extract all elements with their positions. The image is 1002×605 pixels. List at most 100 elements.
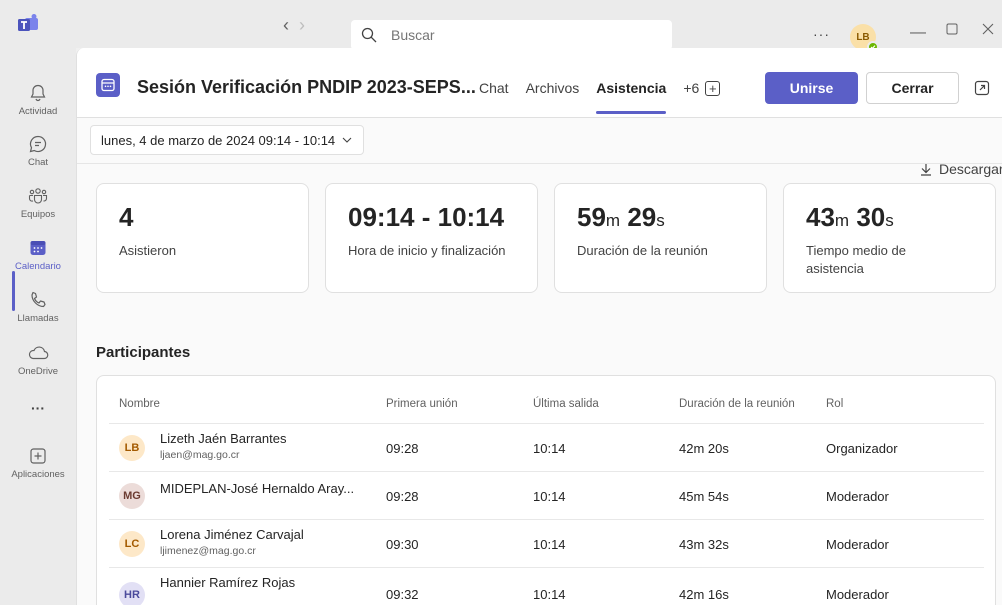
first-join: 09:30: [386, 537, 419, 552]
teams-icon: [28, 188, 48, 204]
rail-item-aplicaciones[interactable]: Aplicaciones: [0, 446, 76, 480]
stat-card-start-end: 09:14 - 10:14 Hora de inicio y finalizac…: [325, 183, 538, 293]
participants-table: Nombre Primera unión Última salida Durac…: [96, 375, 996, 605]
rail-item-onedrive[interactable]: OneDrive: [0, 343, 76, 377]
search-input[interactable]: [391, 27, 641, 43]
maximize-icon[interactable]: [946, 22, 958, 40]
stat-label: Tiempo medio de asistencia: [806, 243, 906, 276]
stat-unit: m: [834, 211, 850, 230]
app-rail: Actividad Chat Equipos Calendario Llamad…: [0, 48, 76, 605]
rail-item-calendario[interactable]: Calendario: [0, 238, 76, 272]
meeting-panel: Sesión Verificación PNDIP 2023-SEPS... C…: [76, 48, 1002, 605]
tab-asistencia[interactable]: Asistencia: [596, 80, 667, 114]
rail-label: Equipos: [20, 209, 56, 220]
stat-label: Hora de inicio y finalización: [348, 243, 506, 258]
rail-item-actividad[interactable]: Actividad: [0, 83, 76, 117]
phone-icon: [31, 291, 46, 308]
rail-label: Actividad: [18, 106, 58, 117]
table-row[interactable]: LB Lizeth Jaén Barrantes ljaen@mag.go.cr…: [109, 423, 984, 471]
participant-name: Lorena Jiménez Carvajal: [160, 527, 304, 542]
tab-archivos[interactable]: Archivos: [526, 80, 580, 114]
first-join: 09:28: [386, 489, 419, 504]
meeting-calendar-icon: [96, 73, 120, 97]
table-row[interactable]: HR Hannier Ramírez Rojas 09:32 10:14 42m…: [109, 567, 984, 605]
duration: 45m 54s: [679, 489, 729, 504]
rail-label: Chat: [27, 157, 49, 168]
rail-item-llamadas[interactable]: Llamadas: [0, 290, 76, 324]
rail-label: Calendario: [15, 261, 61, 272]
calendar-icon: [30, 241, 46, 255]
stat-minutes: 43: [806, 202, 835, 232]
search-icon: [361, 27, 377, 43]
user-initials: LB: [856, 31, 870, 43]
teams-logo-icon[interactable]: [17, 13, 39, 35]
last-leave: 10:14: [533, 537, 566, 552]
close-window-icon[interactable]: [982, 22, 994, 40]
rail-label: OneDrive: [17, 366, 59, 377]
meeting-header: Sesión Verificación PNDIP 2023-SEPS... C…: [77, 48, 1002, 118]
stat-card-duration: 59m 29s Duración de la reunión: [554, 183, 767, 293]
date-range-dropdown[interactable]: lunes, 4 de marzo de 2024 09:14 - 10:14: [90, 125, 365, 155]
rail-more-icon[interactable]: ···: [0, 400, 76, 416]
role: Moderador: [826, 489, 889, 504]
participant-avatar: MG: [119, 483, 145, 509]
more-options-icon[interactable]: ···: [813, 26, 830, 42]
column-header-last-leave[interactable]: Última salida: [533, 398, 599, 410]
column-header-role[interactable]: Rol: [826, 398, 843, 410]
date-range-label: lunes, 4 de marzo de 2024 09:14 - 10:14: [101, 132, 336, 148]
last-leave: 10:14: [533, 587, 566, 602]
user-avatar[interactable]: LB: [850, 24, 879, 53]
duration: 43m 32s: [679, 537, 729, 552]
close-button[interactable]: Cerrar: [866, 72, 959, 104]
stat-card-attendees: 4 Asistieron: [96, 183, 309, 293]
participants-heading: Participantes: [96, 344, 191, 361]
search-box[interactable]: [351, 20, 672, 50]
participant-name: Lizeth Jaén Barrantes: [160, 431, 287, 446]
column-header-duration[interactable]: Duración de la reunión: [679, 398, 795, 410]
join-button[interactable]: Unirse: [765, 72, 858, 104]
role: Organizador: [826, 441, 898, 456]
rail-item-equipos[interactable]: Equipos: [0, 186, 76, 220]
minimize-icon[interactable]: —: [910, 24, 926, 42]
back-arrow-icon[interactable]: ‹: [283, 15, 299, 35]
stat-value: 59m 29s: [577, 202, 665, 233]
table-row[interactable]: LC Lorena Jiménez Carvajal ljimenez@mag.…: [109, 519, 984, 567]
stat-value: 43m 30s: [806, 202, 894, 233]
divider: [77, 163, 1002, 164]
history-nav: ‹›: [283, 15, 315, 36]
stat-label: Duración de la reunión: [577, 243, 708, 258]
column-header-first-join[interactable]: Primera unión: [386, 398, 458, 410]
cloud-icon: [28, 346, 49, 360]
participant-avatar: LB: [119, 435, 145, 461]
stat-card-average: 43m 30s Tiempo medio de asistencia: [783, 183, 996, 293]
stat-seconds: 29: [627, 202, 657, 232]
rail-label: Aplicaciones: [11, 469, 65, 480]
stat-minutes: 59: [577, 202, 606, 232]
meeting-title: Sesión Verificación PNDIP 2023-SEPS...: [137, 77, 476, 97]
rail-item-chat[interactable]: Chat: [0, 134, 76, 168]
stat-label: Asistieron: [119, 243, 177, 258]
stat-unit: m: [605, 211, 621, 230]
forward-arrow-icon[interactable]: ›: [299, 15, 315, 35]
stat-unit: s: [885, 211, 894, 230]
meeting-tabs: Chat Archivos Asistencia +6 +: [479, 80, 721, 114]
rail-label: Llamadas: [17, 313, 59, 324]
stat-value: 09:14 - 10:14: [348, 202, 505, 232]
participant-avatar: HR: [119, 582, 145, 605]
participant-name: Hannier Ramírez Rojas: [160, 575, 296, 590]
download-icon: [921, 163, 931, 176]
tab-chat[interactable]: Chat: [479, 80, 509, 114]
duration: 42m 16s: [679, 587, 729, 602]
popout-icon[interactable]: [974, 80, 990, 96]
tab-more[interactable]: +6: [683, 80, 699, 114]
table-row[interactable]: MG MIDEPLAN-José Hernaldo Aray... 09:28 …: [109, 471, 984, 519]
participant-avatar: LC: [119, 531, 145, 557]
first-join: 09:28: [386, 441, 419, 456]
participant-email: ljimenez@mag.go.cr: [160, 545, 256, 557]
chevron-down-icon: [342, 137, 352, 143]
column-header-name[interactable]: Nombre: [119, 398, 160, 410]
first-join: 09:32: [386, 587, 419, 602]
plus-box-icon: [30, 448, 46, 464]
last-leave: 10:14: [533, 441, 566, 456]
add-tab-icon[interactable]: +: [705, 81, 721, 96]
